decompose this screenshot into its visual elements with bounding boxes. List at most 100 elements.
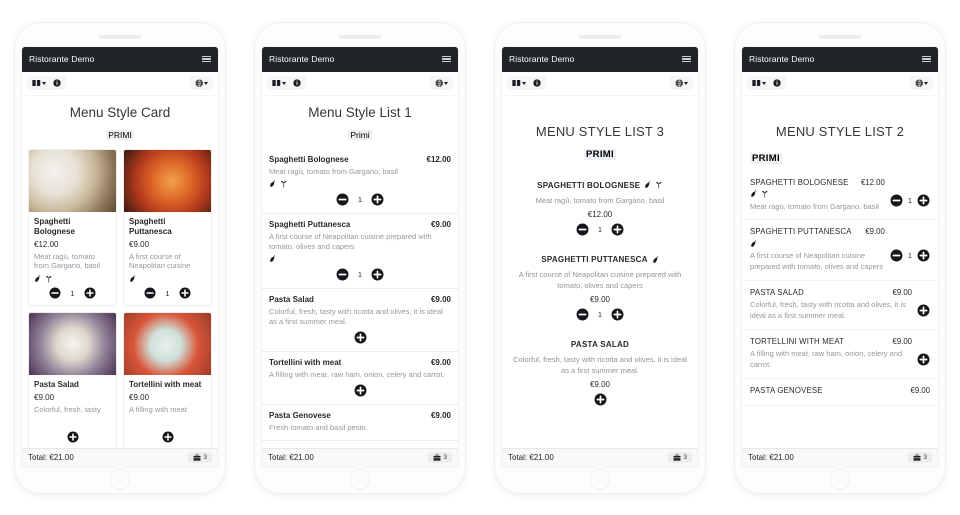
book-icon[interactable] <box>752 79 766 87</box>
dish-price: €12.00 <box>587 210 613 219</box>
hamburger-menu-icon[interactable] <box>922 55 931 63</box>
category-label: PRIMI <box>584 148 616 160</box>
phone-home-button[interactable] <box>350 469 370 489</box>
dish-description: Meat ragù, tomato from Gargano, basil <box>269 166 398 176</box>
globe-icon[interactable] <box>435 79 448 88</box>
dish-description: A first course of Neapolitan cuisine <box>129 251 191 271</box>
chili-icon <box>269 180 276 188</box>
info-circle-icon[interactable] <box>773 79 781 87</box>
wheat-icon <box>45 275 53 283</box>
menu-list-item[interactable]: SPAGHETTI PUTTANESCA A first course of Ne… <box>502 242 698 327</box>
book-icon[interactable] <box>512 79 526 87</box>
dish-name: Spaghetti Bolognese <box>269 154 349 164</box>
menu-list-item[interactable]: PASTA GENOVESE €9.00 <box>742 379 938 406</box>
phone-home-button[interactable] <box>830 469 850 489</box>
dish-price: €9.00 <box>430 411 451 421</box>
quantity-control: 1 <box>890 178 930 213</box>
hamburger-menu-icon[interactable] <box>202 55 211 63</box>
info-circle-icon[interactable] <box>533 79 541 87</box>
app-title: Ristorante Demo <box>29 54 95 64</box>
menu-list-item[interactable]: PASTA SALAD €9.00 Colorful, fresh, tasty w… <box>742 281 938 330</box>
increase-quantity-button[interactable] <box>917 249 930 262</box>
menu-list-item[interactable]: TORTELLINI WITH MEAT €9.00 A filling with … <box>742 330 938 379</box>
increase-quantity-button[interactable] <box>917 353 930 366</box>
dish-name: SPAGHETTI PUTTANESCA <box>541 255 659 264</box>
quantity-control <box>917 337 930 371</box>
menu-content[interactable]: Menu Style List 1 Primi Spaghetti Bolognes… <box>262 95 458 448</box>
info-circle-icon[interactable] <box>293 79 301 87</box>
hamburger-menu-icon[interactable] <box>442 55 451 63</box>
dish-image <box>29 313 116 375</box>
cart-button[interactable]: 3 <box>667 451 692 464</box>
dish-price: €9.00 <box>430 294 451 304</box>
quantity-control <box>269 384 451 397</box>
page-title: Menu Style List 1 <box>308 104 412 120</box>
chevron-down-icon <box>522 81 526 85</box>
decrease-quantity-button[interactable] <box>336 193 349 206</box>
menu-list-item[interactable]: Pasta Genovese €9.00 Fresh tomato and basi… <box>262 405 458 442</box>
menu-list-item[interactable]: PASTA SALAD Colorful, fresh, tasty with r… <box>502 327 698 412</box>
menu-content[interactable]: MENU STYLE LIST 3 PRIMI SPAGHETTI BOLOGNES… <box>502 95 698 448</box>
wheat-icon <box>761 190 769 198</box>
menu-list-item[interactable]: Pasta Salad €9.00 Colorful, fresh, tasty w… <box>262 289 458 353</box>
menu-card[interactable]: Tortellini with meat €9.00 A filling with … <box>123 312 212 448</box>
decrease-quantity-button[interactable] <box>49 287 61 299</box>
decrease-quantity-button[interactable] <box>576 223 589 236</box>
phone-home-button[interactable] <box>110 469 130 489</box>
menu-card-body: Spaghetti Bolognese €12.00 Meat ragù, toma… <box>29 212 116 306</box>
menu-card[interactable]: Spaghetti Bolognese €12.00 Meat ragù, toma… <box>28 148 117 306</box>
menu-card[interactable]: Spaghetti Puttanesca €9.00 A first course … <box>123 148 212 306</box>
increase-quantity-button[interactable] <box>84 287 96 299</box>
chevron-down-icon <box>444 81 448 85</box>
book-icon[interactable] <box>272 79 286 87</box>
chevron-down-icon <box>684 81 688 85</box>
phone-speaker <box>339 34 381 39</box>
increase-quantity-button[interactable] <box>67 431 79 443</box>
toolbar <box>262 71 458 96</box>
menu-list-item[interactable]: Spaghetti Puttanesca €9.00 A first course … <box>262 214 458 289</box>
chevron-down-icon <box>204 81 208 85</box>
menu-list-item[interactable]: Spaghetti Bolognese €12.00 Meat ragù, toma… <box>262 149 458 214</box>
total-label: Total: €21.00 <box>508 453 554 462</box>
increase-quantity-button[interactable] <box>179 287 191 299</box>
menu-list-item[interactable]: SPAGHETTI BOLOGNESE €12.00 Meat ragù, toma… <box>742 171 938 221</box>
dish-description: Colorful, fresh, tasty with ricotta and … <box>269 306 443 326</box>
decrease-quantity-button[interactable] <box>890 194 903 207</box>
decrease-quantity-button[interactable] <box>890 249 903 262</box>
decrease-quantity-button[interactable] <box>144 287 156 299</box>
increase-quantity-button[interactable] <box>594 393 607 406</box>
globe-icon[interactable] <box>675 79 688 88</box>
dish-description: Colorful, fresh, tasty with ricotta and … <box>513 355 687 375</box>
increase-quantity-button[interactable] <box>611 223 624 236</box>
increase-quantity-button[interactable] <box>162 431 174 443</box>
cart-button[interactable]: 3 <box>907 451 932 464</box>
cart-button[interactable]: 3 <box>187 451 212 464</box>
wheat-icon <box>655 181 663 189</box>
cart-button[interactable]: 3 <box>427 451 452 464</box>
menu-card[interactable]: Pasta Salad €9.00 Colorful, fresh, tasty <box>28 312 117 448</box>
increase-quantity-button[interactable] <box>371 268 384 281</box>
book-icon[interactable] <box>32 79 46 87</box>
increase-quantity-button[interactable] <box>917 194 930 207</box>
info-circle-icon[interactable] <box>53 79 61 87</box>
hamburger-menu-icon[interactable] <box>682 55 691 63</box>
globe-icon[interactable] <box>915 79 928 88</box>
increase-quantity-button[interactable] <box>371 193 384 206</box>
increase-quantity-button[interactable] <box>917 304 930 317</box>
menu-content[interactable]: Menu Style Card PRIMI Spaghetti Bolognese €… <box>22 95 218 448</box>
globe-icon[interactable] <box>195 79 208 88</box>
increase-quantity-button[interactable] <box>354 331 367 344</box>
increase-quantity-button[interactable] <box>611 308 624 321</box>
menu-content[interactable]: MENU STYLE LIST 2 PRIMI SPAGHETTI BOLOGNES… <box>742 95 938 448</box>
decrease-quantity-button[interactable] <box>336 268 349 281</box>
increase-quantity-button[interactable] <box>354 384 367 397</box>
phone-home-button[interactable] <box>590 469 610 489</box>
chevron-down-icon <box>924 81 928 85</box>
menu-list-item[interactable]: Tortellini with meat €9.00 A filling with … <box>262 352 458 406</box>
allergen-list <box>750 239 885 248</box>
app-bar: Ristorante Demo <box>22 46 218 72</box>
menu-list-item[interactable]: SPAGHETTI BOLOGNESE Meat ragù, tomato fro… <box>502 168 698 243</box>
dish-price: €9.00 <box>589 295 611 304</box>
menu-list-item[interactable]: SPAGHETTI PUTTANESCA €9.00 A first course … <box>742 220 938 282</box>
decrease-quantity-button[interactable] <box>576 308 589 321</box>
